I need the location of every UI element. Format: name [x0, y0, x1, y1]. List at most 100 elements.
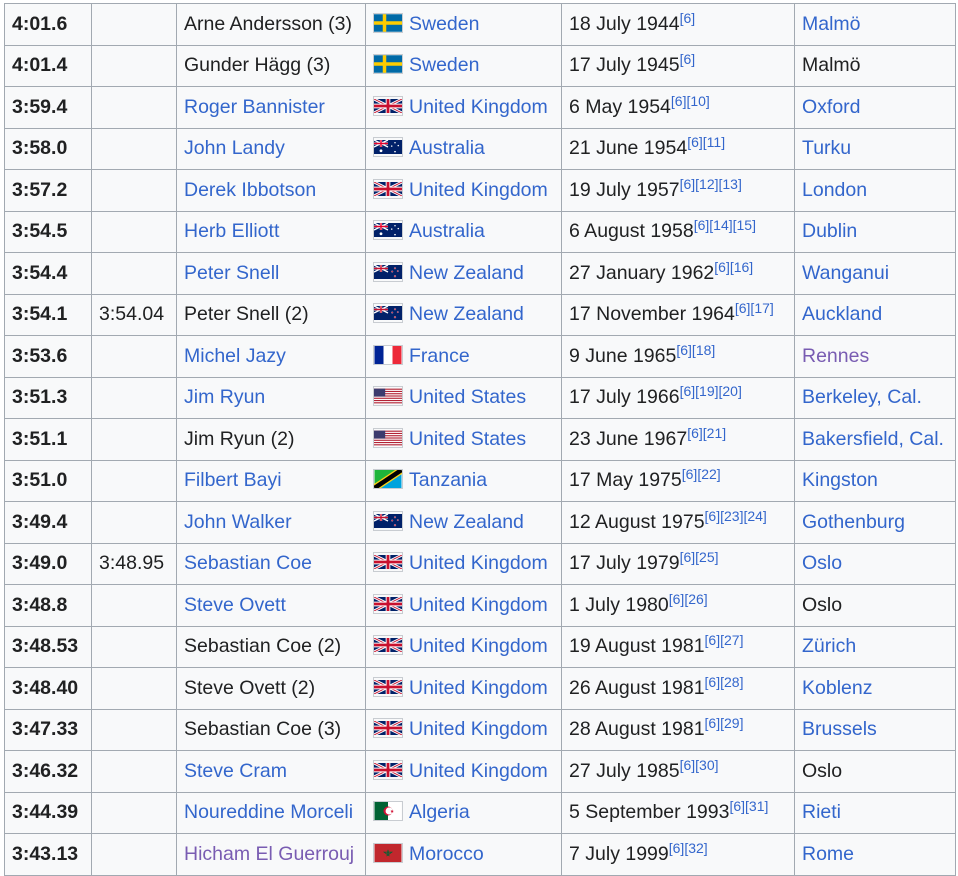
record-date: 17 July 1966: [569, 386, 680, 408]
nation-link[interactable]: Algeria: [409, 801, 470, 823]
nation-link[interactable]: France: [409, 345, 470, 367]
nation-link[interactable]: New Zealand: [409, 262, 524, 284]
athlete-name-link[interactable]: Peter Snell: [184, 262, 279, 284]
venue-name-link[interactable]: Oslo: [802, 552, 842, 574]
reference-links[interactable]: [6][12][13]: [680, 176, 742, 192]
reference-links[interactable]: [6][16]: [714, 259, 753, 275]
venue-name-link[interactable]: Malmö: [802, 13, 861, 35]
nationality-cell: Morocco: [366, 834, 562, 876]
venue-name: Malmö: [802, 54, 861, 76]
mark-cell: 3:48.53: [5, 626, 92, 668]
venue-name-link[interactable]: Rennes: [802, 345, 869, 367]
reference-links[interactable]: [6][26]: [669, 591, 708, 607]
nation-link[interactable]: Sweden: [409, 54, 479, 76]
venue-name-link[interactable]: Gothenburg: [802, 511, 905, 533]
athlete-name-link[interactable]: Filbert Bayi: [184, 469, 282, 491]
venue-name-link[interactable]: Oxford: [802, 96, 861, 118]
venue-name-link[interactable]: London: [802, 179, 867, 201]
venue-cell: Oslo: [795, 585, 956, 627]
nation-link[interactable]: United States: [409, 428, 526, 450]
athlete-name-link[interactable]: Herb Elliott: [184, 220, 279, 242]
nation-link[interactable]: Morocco: [409, 843, 484, 865]
nation-link[interactable]: New Zealand: [409, 303, 524, 325]
venue-name-link[interactable]: Rieti: [802, 801, 841, 823]
nation-link[interactable]: United States: [409, 386, 526, 408]
athlete-name-link[interactable]: Sebastian Coe: [184, 552, 312, 574]
auto-time-cell: [92, 585, 177, 627]
reference-links[interactable]: [6][11]: [687, 134, 725, 150]
venue-name-link[interactable]: Kingston: [802, 469, 878, 491]
new-zealand-flag-icon: [373, 303, 403, 323]
venue-name-link[interactable]: Zürich: [802, 635, 856, 657]
venue-name-link[interactable]: Brussels: [802, 718, 877, 740]
nation-link[interactable]: Australia: [409, 137, 485, 159]
nation-link[interactable]: United Kingdom: [409, 96, 548, 118]
auto-time-cell: [92, 4, 177, 46]
venue-name-link[interactable]: Rome: [802, 843, 854, 865]
nation-link[interactable]: United Kingdom: [409, 718, 548, 740]
nation-link[interactable]: Sweden: [409, 13, 479, 35]
venue-name-link[interactable]: Berkeley, Cal.: [802, 386, 922, 408]
nation-link[interactable]: United Kingdom: [409, 677, 548, 699]
auto-time-cell: [92, 709, 177, 751]
venue-name-link[interactable]: Auckland: [802, 303, 882, 325]
venue-name-link[interactable]: Bakersfield, Cal.: [802, 428, 944, 450]
nation-link[interactable]: United Kingdom: [409, 760, 548, 782]
athlete-name-link[interactable]: Steve Ovett: [184, 594, 286, 616]
reference-links[interactable]: [6]: [680, 10, 696, 26]
athlete-name-link[interactable]: Hicham El Guerrouj: [184, 843, 354, 865]
nation-link[interactable]: United Kingdom: [409, 594, 548, 616]
nation-link[interactable]: United Kingdom: [409, 635, 548, 657]
reference-links[interactable]: [6][14][15]: [694, 217, 756, 233]
athlete-name-link[interactable]: Michel Jazy: [184, 345, 286, 367]
date-cell: 1 July 1980[6][26]: [562, 585, 795, 627]
reference-links[interactable]: [6][27]: [705, 632, 744, 648]
athlete-name-link[interactable]: John Walker: [184, 511, 292, 533]
record-date: 6 May 1954: [569, 96, 671, 118]
athlete-name: Jim Ryun (2): [184, 428, 295, 450]
reference-links[interactable]: [6][17]: [735, 300, 774, 316]
nation-link[interactable]: United Kingdom: [409, 179, 548, 201]
reference-links[interactable]: [6][23][24]: [705, 508, 767, 524]
record-date: 27 July 1985: [569, 760, 680, 782]
reference-links[interactable]: [6][18]: [676, 342, 715, 358]
mark-cell: 3:54.1: [5, 294, 92, 336]
venue-cell: Oslo: [795, 543, 956, 585]
athlete-name-link[interactable]: John Landy: [184, 137, 285, 159]
nation-link[interactable]: New Zealand: [409, 511, 524, 533]
reference-links[interactable]: [6][30]: [680, 757, 719, 773]
table-row: 3:54.5Herb ElliottAustralia6 August 1958…: [5, 211, 956, 253]
nation-link[interactable]: Australia: [409, 220, 485, 242]
venue-name-link[interactable]: Dublin: [802, 220, 857, 242]
record-date: 12 August 1975: [569, 511, 705, 533]
reference-links[interactable]: [6][31]: [729, 798, 768, 814]
reference-links[interactable]: [6]: [680, 51, 696, 67]
reference-links[interactable]: [6][21]: [687, 425, 726, 441]
record-date: 23 June 1967: [569, 428, 687, 450]
athlete-name-link[interactable]: Roger Bannister: [184, 96, 325, 118]
venue-name-link[interactable]: Koblenz: [802, 677, 872, 699]
athlete-name-link[interactable]: Derek Ibbotson: [184, 179, 316, 201]
reference-links[interactable]: [6][32]: [669, 840, 708, 856]
venue-cell: Brussels: [795, 709, 956, 751]
reference-links[interactable]: [6][19][20]: [680, 383, 742, 399]
athlete-name-link[interactable]: Noureddine Morceli: [184, 801, 353, 823]
nation-link[interactable]: United Kingdom: [409, 552, 548, 574]
reference-links[interactable]: [6][10]: [671, 93, 710, 109]
reference-links[interactable]: [6][25]: [680, 549, 719, 565]
nation-link[interactable]: Tanzania: [409, 469, 487, 491]
table-row: 3:59.4Roger BannisterUnited Kingdom6 May…: [5, 87, 956, 129]
records-table-container: 4:01.6Arne Andersson (3)Sweden18 July 19…: [4, 3, 956, 876]
venue-name-link[interactable]: Turku: [802, 137, 851, 159]
united-kingdom-flag-icon: [373, 552, 403, 572]
reference-links[interactable]: [6][22]: [682, 466, 721, 482]
united-kingdom-flag-icon: [373, 179, 403, 199]
reference-links[interactable]: [6][29]: [705, 715, 744, 731]
mark-cell: 3:43.13: [5, 834, 92, 876]
venue-name-link[interactable]: Wanganui: [802, 262, 889, 284]
auto-time-cell: [92, 751, 177, 793]
athlete-name-link[interactable]: Steve Cram: [184, 760, 287, 782]
united-states-flag-icon: [373, 386, 403, 406]
athlete-name-link[interactable]: Jim Ryun: [184, 386, 265, 408]
reference-links[interactable]: [6][28]: [705, 674, 744, 690]
